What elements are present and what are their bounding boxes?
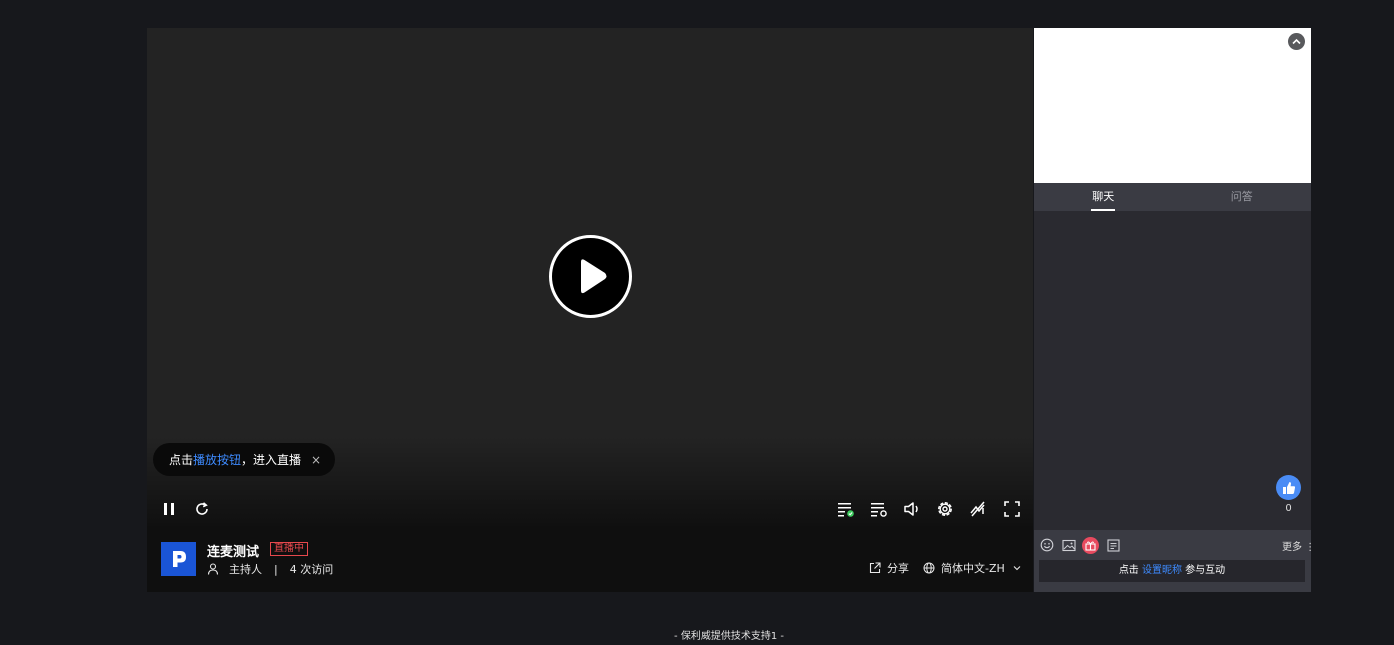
meta-separator: | [274,562,278,576]
play-tip-toast: 点击 播放按钮 ，进入直播 × [153,443,336,476]
logo-p-icon [172,551,186,567]
tab-chat[interactable]: 聊天 [1034,183,1173,211]
document-area [1034,28,1311,183]
like-count: 0 [1285,503,1292,514]
collapse-button[interactable] [1288,33,1305,50]
share-icon [869,562,881,574]
channel-logo [161,542,196,576]
pause-icon [164,503,174,515]
nick-prefix: 点击 [1118,565,1142,576]
emoji-button[interactable] [1039,537,1055,553]
more-button[interactable]: 更多 ⋮ [1282,538,1315,553]
set-nickname-bar[interactable]: 点击 设置昵称 参与互动 [1039,560,1305,582]
gear-icon [938,502,952,516]
panel-tabs: 聊天 问答 [1034,183,1311,211]
nick-suffix: 参与互动 [1182,565,1226,576]
thumbs-up-icon [1282,481,1295,494]
volume-button[interactable] [901,498,923,520]
user-icon [207,563,219,575]
refresh-icon [196,502,208,515]
tip-play-link[interactable]: 播放按钮 [193,451,241,468]
video-player[interactable]: 点击 播放按钮 ，进入直播 × [147,28,1033,526]
playlist-settings-icon [871,503,887,517]
play-icon [581,259,607,294]
quality-button[interactable] [868,498,890,520]
live-status-badge: 直播中 [270,542,308,556]
refresh-button[interactable] [191,498,213,520]
tab-qa[interactable]: 问答 [1173,183,1312,211]
page: 点击 播放按钮 ，进入直播 × 连麦测试 直播中 主持人 | 4 次访问 分享 … [0,0,1394,645]
volume-icon [904,502,918,516]
pause-button[interactable] [158,498,180,520]
emoji-icon [1040,538,1054,552]
more-label: 更多 [1282,542,1302,553]
chat-message-list[interactable]: 0 [1034,211,1311,530]
fullscreen-button[interactable] [1001,498,1023,520]
image-button[interactable] [1061,537,1077,553]
playlist-check-icon [838,503,854,517]
set-nickname-link[interactable]: 设置昵称 [1142,565,1182,576]
danmaku-off-icon [970,501,985,517]
like-button[interactable] [1276,475,1301,500]
globe-icon [923,562,935,574]
language-select[interactable]: 简体中文-ZH [923,560,1021,576]
channel-title: 连麦测试 [207,545,260,560]
visit-count: 4 次访问 [289,563,334,576]
share-button[interactable]: 分享 [869,560,909,576]
share-label: 分享 [887,562,909,575]
chevron-up-icon [1292,38,1301,45]
chat-toolbar: 更多 ⋮ 点击 设置昵称 参与互动 [1034,530,1315,592]
notice-icon [1106,538,1120,552]
danmaku-toggle-button[interactable] [967,498,989,520]
line-switch-button[interactable] [835,498,857,520]
more-dots-icon: ⋮ [1302,542,1316,553]
gift-button[interactable] [1082,537,1099,554]
chevron-down-icon [1013,566,1021,571]
settings-button[interactable] [934,498,956,520]
close-icon[interactable]: × [311,453,321,467]
channel-meta: 主持人 | 4 次访问 [207,561,333,577]
gift-icon [1085,541,1096,551]
tip-prefix: 点击 [169,453,194,467]
language-label: 简体中文-ZH [941,562,1005,575]
bulletin-button[interactable] [1105,537,1121,553]
channel-info-bar: 连麦测试 直播中 主持人 | 4 次访问 分享 简体中文-ZH [147,526,1033,592]
tip-suffix: ，进入直播 [241,453,302,467]
host-role: 主持人 [229,563,262,576]
fullscreen-icon [1004,501,1020,517]
tech-support-footer: - 保利威提供技术支持1 - [674,631,784,642]
big-play-button[interactable] [549,235,632,318]
image-icon [1062,539,1076,551]
